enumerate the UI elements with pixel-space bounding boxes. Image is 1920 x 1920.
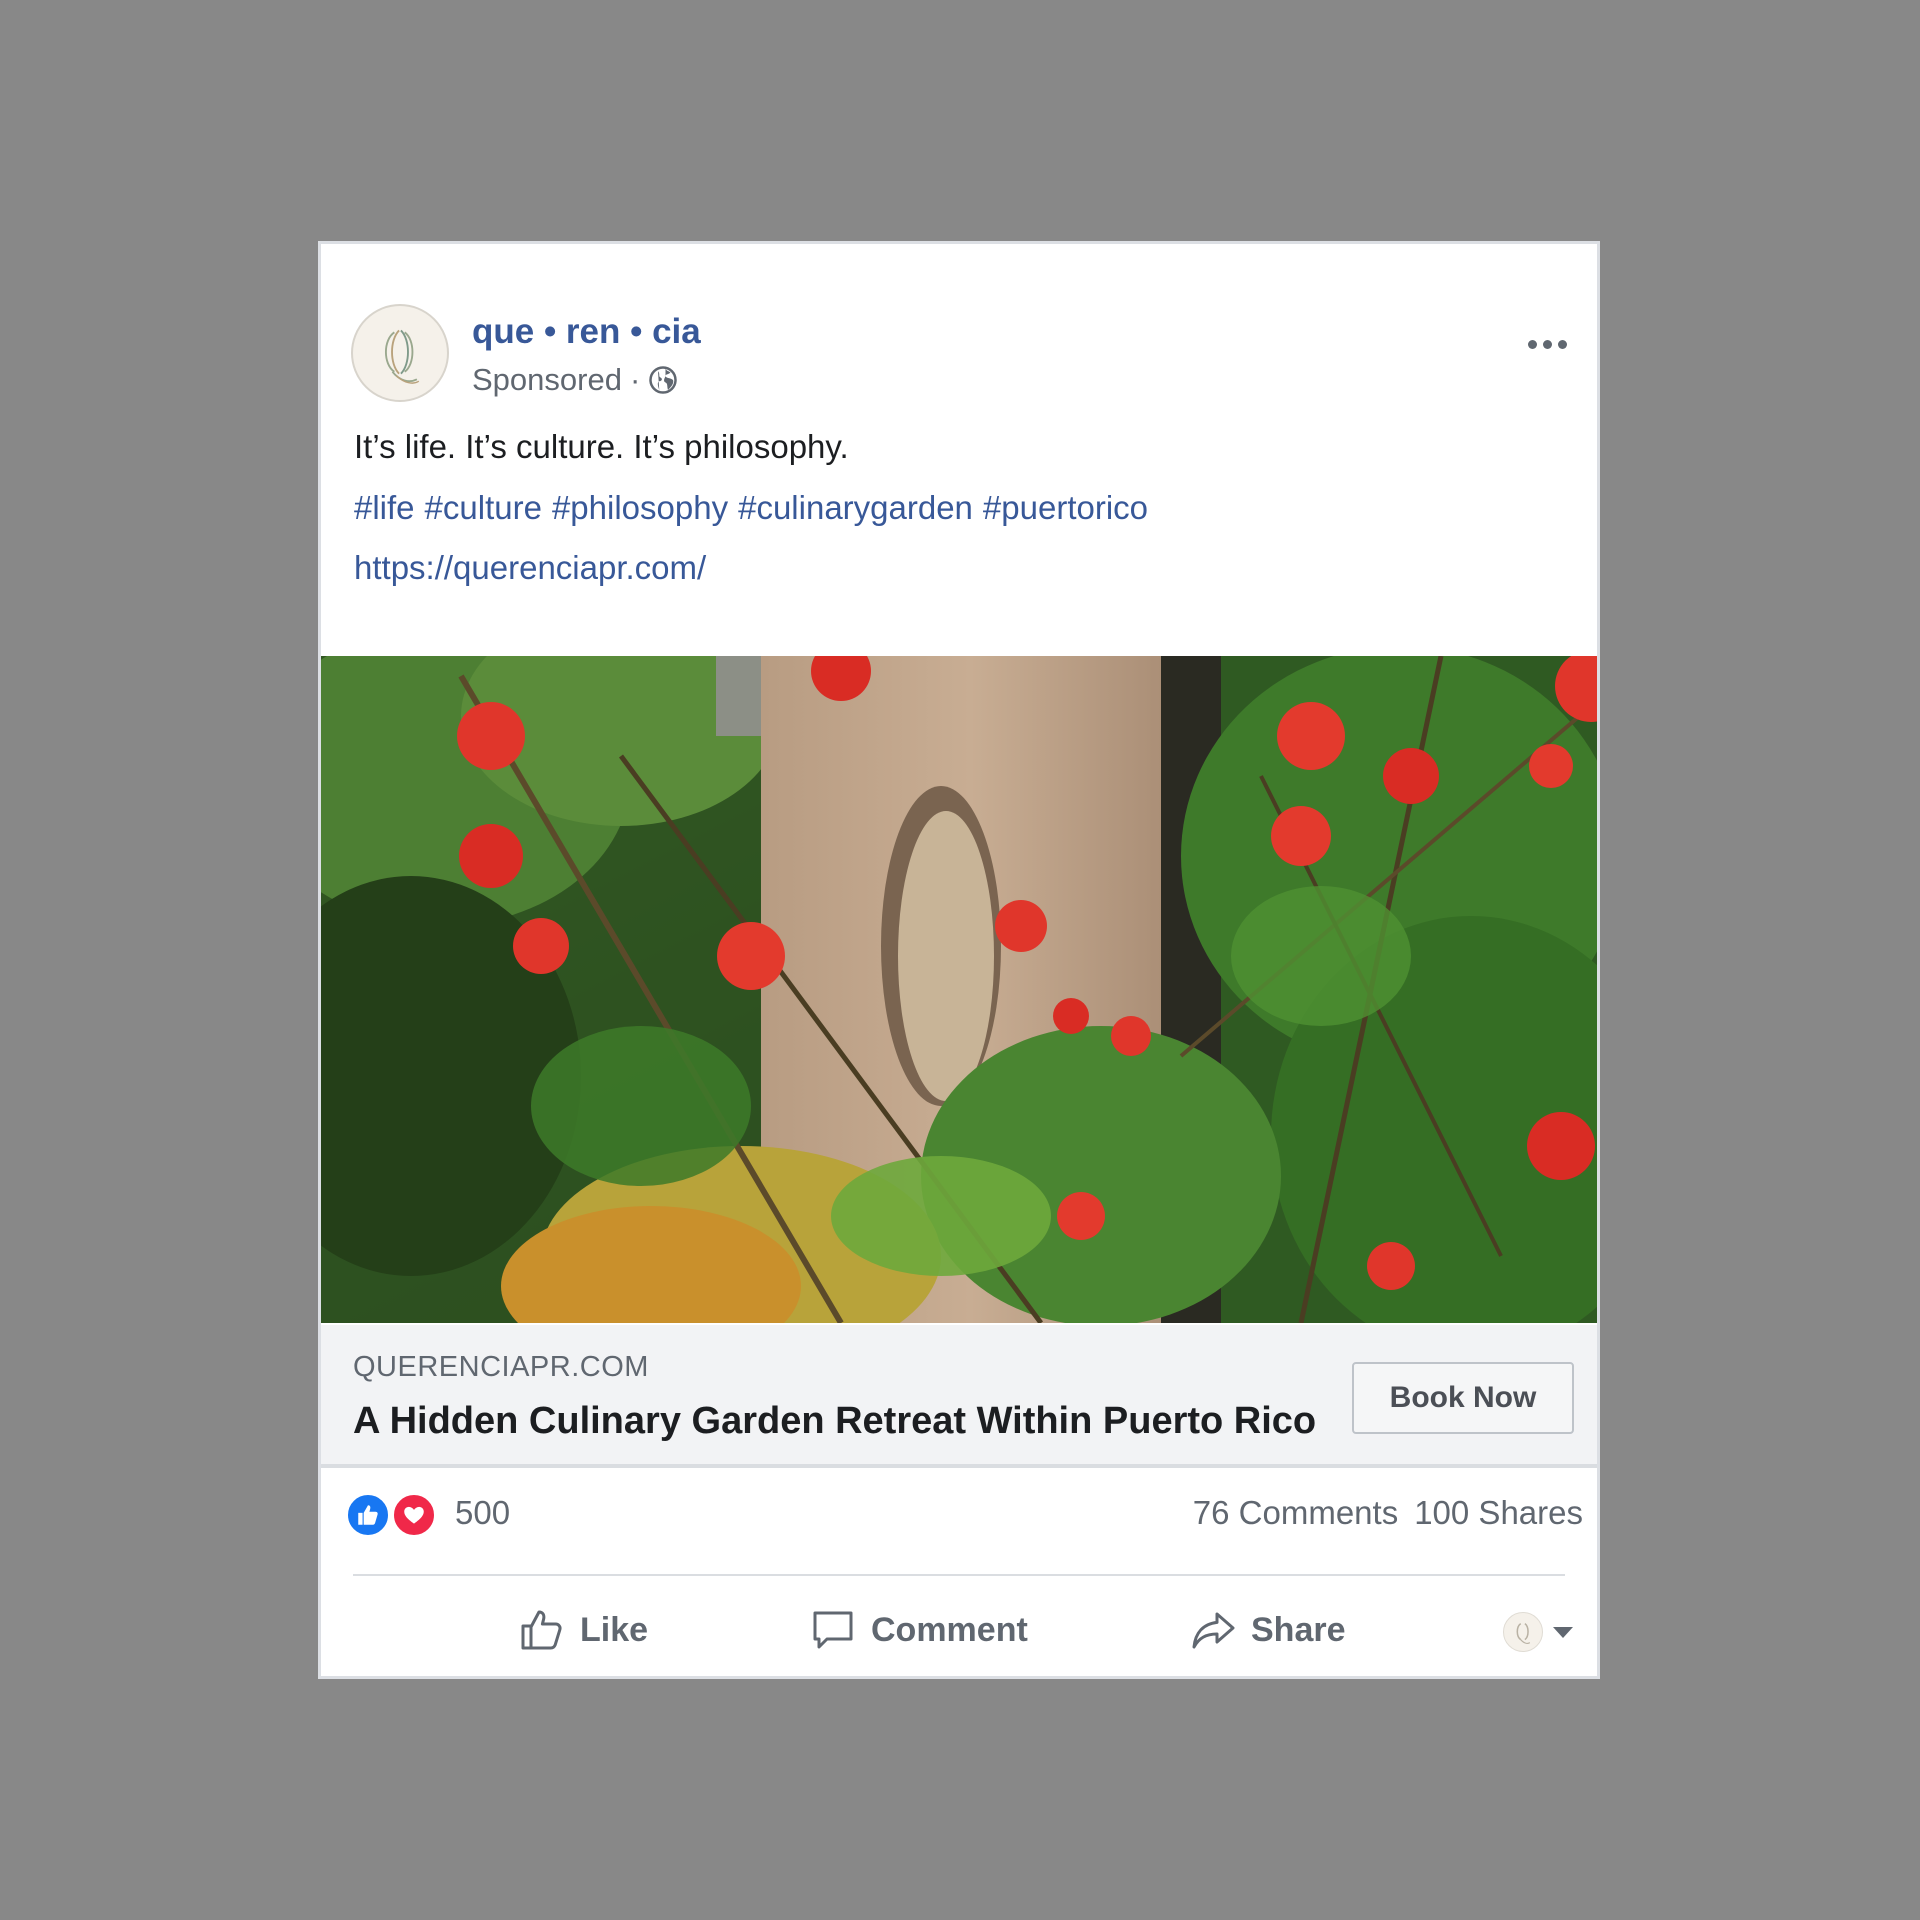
thumbs-up-icon bbox=[521, 1610, 562, 1650]
comments-count[interactable]: 76 Comments bbox=[1193, 1494, 1398, 1532]
shares-count[interactable]: 100 Shares bbox=[1414, 1494, 1583, 1532]
post-as-selector[interactable] bbox=[1503, 1610, 1583, 1654]
page-avatar[interactable] bbox=[351, 304, 449, 402]
page-name[interactable]: que • ren • cia bbox=[472, 312, 701, 352]
meta-separator: · bbox=[629, 362, 641, 397]
more-options-icon bbox=[1527, 339, 1537, 349]
more-options-button[interactable] bbox=[1517, 324, 1577, 364]
like-label: Like bbox=[580, 1610, 649, 1649]
link-headline[interactable]: A Hidden Culinary Garden Retreat Within … bbox=[353, 1400, 1316, 1443]
link-domain: QUERENCIAPR.COM bbox=[353, 1351, 649, 1383]
divider bbox=[353, 1574, 1565, 1576]
share-arrow-icon bbox=[1192, 1612, 1235, 1649]
post-caption: It’s life. It’s culture. It’s philosophy… bbox=[354, 428, 849, 465]
page-avatar-small bbox=[1503, 1612, 1543, 1652]
more-dot bbox=[1557, 339, 1567, 349]
hashtag-link[interactable]: #culture bbox=[425, 489, 542, 527]
sponsored-post: que • ren • cia Sponsored · It’s life. I… bbox=[318, 241, 1600, 1679]
reaction-icons[interactable] bbox=[345, 1492, 441, 1538]
querencia-logo-icon bbox=[353, 306, 447, 400]
action-bar: Like Comment Share bbox=[321, 1582, 1597, 1676]
reaction-count[interactable]: 500 bbox=[455, 1494, 510, 1532]
sponsored-label[interactable]: Sponsored bbox=[472, 362, 622, 398]
hashtag-list: #life #culture #philosophy #culinarygard… bbox=[354, 489, 1148, 527]
comment-bubble-icon bbox=[813, 1611, 853, 1649]
reactions-summary: 500 76 Comments 100 Shares bbox=[321, 1468, 1597, 1560]
querencia-logo-icon bbox=[1504, 1613, 1542, 1651]
post-meta: Sponsored · bbox=[472, 362, 678, 398]
post-header: que • ren • cia Sponsored · bbox=[351, 304, 1597, 414]
link-preview-card[interactable]: QUERENCIAPR.COM A Hidden Culinary Garden… bbox=[321, 1325, 1597, 1468]
hashtag-link[interactable]: #life bbox=[354, 489, 415, 527]
hashtag-link[interactable]: #puertorico bbox=[983, 489, 1148, 527]
share-label: Share bbox=[1251, 1610, 1346, 1649]
engagement-counts: 76 Comments 100 Shares bbox=[1193, 1494, 1583, 1532]
book-now-button[interactable]: Book Now bbox=[1352, 1362, 1574, 1434]
garden-photo-image bbox=[321, 656, 1597, 1323]
chevron-down-icon bbox=[1553, 1626, 1573, 1638]
like-reaction-icon bbox=[345, 1492, 391, 1538]
post-url-link[interactable]: https://querenciapr.com/ bbox=[354, 549, 706, 587]
comment-button[interactable]: Comment bbox=[809, 1600, 1028, 1660]
post-photo[interactable] bbox=[321, 656, 1597, 1323]
hashtag-link[interactable]: #culinarygarden bbox=[738, 489, 973, 527]
share-button[interactable]: Share bbox=[1189, 1600, 1346, 1660]
love-reaction-icon bbox=[391, 1492, 437, 1538]
globe-icon bbox=[649, 366, 678, 394]
more-dot bbox=[1542, 339, 1552, 349]
hashtag-link[interactable]: #philosophy bbox=[552, 489, 728, 527]
like-button[interactable]: Like bbox=[518, 1600, 648, 1660]
comment-label: Comment bbox=[871, 1610, 1028, 1649]
